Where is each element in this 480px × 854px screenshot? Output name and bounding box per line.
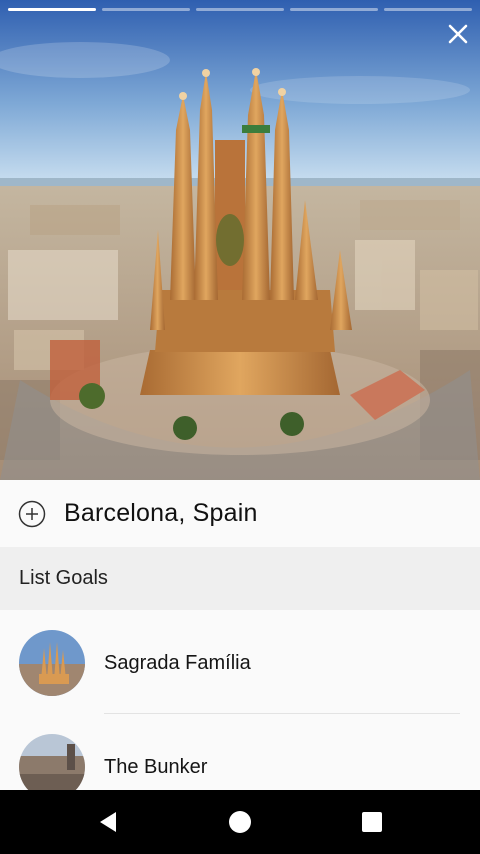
home-icon: [229, 811, 251, 833]
list-goals-header: List Goals: [0, 547, 480, 610]
location-title: Barcelona, Spain: [64, 499, 258, 527]
back-icon: [100, 812, 116, 832]
system-navigation-bar: [0, 790, 480, 854]
add-circle-icon[interactable]: [18, 500, 46, 528]
goal-thumbnail: [19, 734, 85, 790]
recents-icon: [362, 812, 382, 832]
story-progress-segment: [8, 8, 96, 11]
story-progress-segment: [290, 8, 378, 11]
list-item[interactable]: The Bunker: [0, 714, 480, 790]
story-progress-segment: [102, 8, 190, 11]
section-header-label: List Goals: [19, 567, 108, 589]
location-row[interactable]: Barcelona, Spain: [0, 480, 480, 547]
goal-name: Sagrada Família: [104, 652, 251, 674]
list-item[interactable]: Sagrada Família: [0, 610, 480, 714]
back-button[interactable]: [94, 808, 122, 836]
hero-image: [0, 0, 480, 480]
goal-name: The Bunker: [104, 756, 208, 778]
story-progress-segment: [196, 8, 284, 11]
goal-list: Sagrada Família The Bunker: [0, 610, 480, 790]
sagrada-familia-photo: [0, 0, 480, 480]
recents-button[interactable]: [358, 808, 386, 836]
home-button[interactable]: [226, 808, 254, 836]
goal-thumbnail: [19, 630, 85, 696]
close-button[interactable]: [442, 18, 474, 50]
story-progress-segment: [384, 8, 472, 11]
story-progress-bar: [8, 8, 472, 11]
close-icon: [448, 24, 468, 44]
